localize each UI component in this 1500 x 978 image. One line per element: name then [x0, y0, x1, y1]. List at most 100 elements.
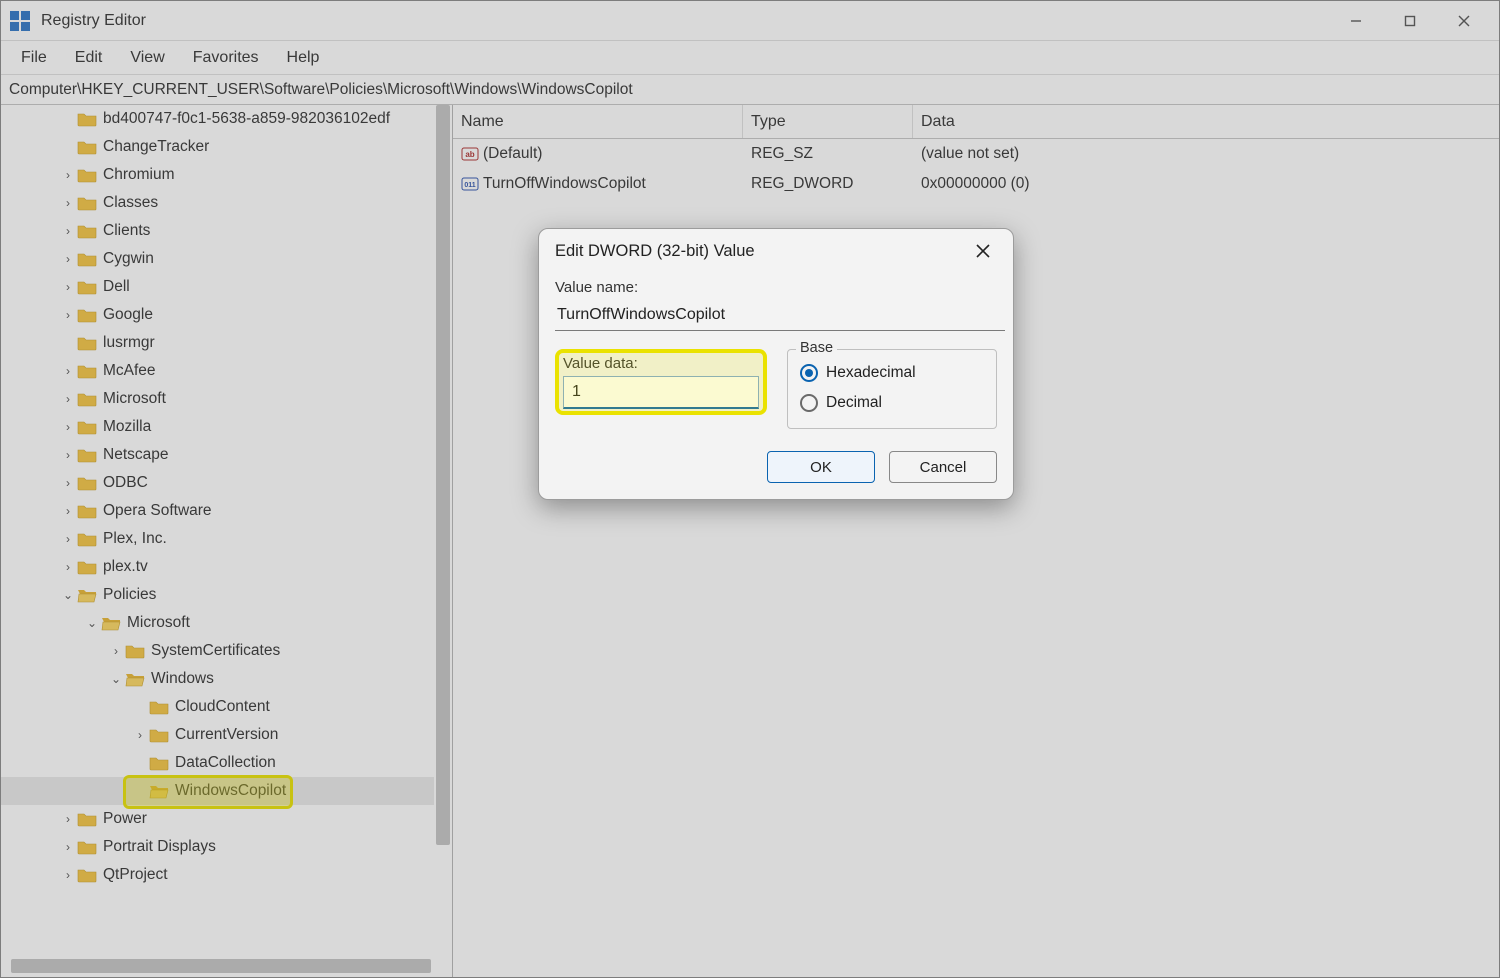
chevron-right-icon[interactable]: ›	[59, 308, 77, 322]
chevron-right-icon[interactable]: ›	[59, 448, 77, 462]
chevron-right-icon[interactable]: ›	[59, 476, 77, 490]
tree-item[interactable]: ›SystemCertificates	[1, 637, 434, 665]
tree-item-label: Opera Software	[103, 502, 212, 520]
radio-hex-label: Hexadecimal	[826, 364, 916, 382]
folder-icon	[77, 391, 97, 407]
value-data: (value not set)	[913, 145, 1499, 163]
folder-icon	[77, 503, 97, 519]
tree-item[interactable]: › Power	[1, 805, 434, 833]
minimize-button[interactable]	[1329, 1, 1383, 41]
tree-item[interactable]: DataCollection	[1, 749, 434, 777]
tree-item[interactable]: ›ODBC	[1, 469, 434, 497]
value-row[interactable]: ab(Default)REG_SZ(value not set)	[453, 139, 1499, 169]
tree-vertical-scrollbar[interactable]	[436, 105, 450, 845]
tree-item-label: plex.tv	[103, 558, 148, 576]
tree-item[interactable]: › Clients	[1, 217, 434, 245]
chevron-down-icon[interactable]: ⌄	[83, 616, 101, 630]
dialog-close-button[interactable]	[969, 237, 997, 265]
tree-item-label: Power	[103, 810, 147, 828]
chevron-right-icon[interactable]: ›	[59, 168, 77, 182]
value-name-field[interactable]	[555, 300, 1005, 331]
tree-item-label: Plex, Inc.	[103, 530, 167, 548]
tree-item[interactable]: › plex.tv	[1, 553, 434, 581]
dialog-title: Edit DWORD (32-bit) Value	[555, 242, 755, 261]
tree-item[interactable]: WindowsCopilot	[1, 777, 434, 805]
close-button[interactable]	[1437, 1, 1491, 41]
menu-file[interactable]: File	[7, 45, 61, 71]
menu-favorites[interactable]: Favorites	[179, 45, 273, 71]
folder-icon	[77, 195, 97, 211]
chevron-right-icon[interactable]: ›	[59, 196, 77, 210]
chevron-right-icon[interactable]: ›	[59, 224, 77, 238]
tree-item[interactable]: › Opera Software	[1, 497, 434, 525]
folder-icon	[77, 811, 97, 827]
tree-item[interactable]: › Microsoft	[1, 385, 434, 413]
column-header-name[interactable]: Name	[453, 105, 743, 138]
chevron-right-icon[interactable]: ›	[59, 504, 77, 518]
svg-text:ab: ab	[465, 150, 474, 159]
menu-edit[interactable]: Edit	[61, 45, 117, 71]
tree-item[interactable]: ›Netscape	[1, 441, 434, 469]
tree-item[interactable]: ChangeTracker	[1, 133, 434, 161]
chevron-down-icon[interactable]: ⌄	[107, 672, 125, 686]
tree-horizontal-scrollbar[interactable]	[11, 959, 431, 973]
tree-item-label: Policies	[103, 586, 156, 604]
radio-decimal[interactable]: Decimal	[800, 388, 984, 418]
tree-item-label: bd400747-f0c1-5638-a859-982036102edf	[103, 110, 390, 128]
chevron-right-icon[interactable]: ›	[59, 252, 77, 266]
tree-item[interactable]: ›McAfee	[1, 357, 434, 385]
menu-help[interactable]: Help	[273, 45, 334, 71]
value-data-label: Value data:	[563, 355, 759, 372]
tree-item-label: ChangeTracker	[103, 138, 209, 156]
maximize-button[interactable]	[1383, 1, 1437, 41]
radio-hexadecimal[interactable]: Hexadecimal	[800, 358, 984, 388]
tree-item-label: Microsoft	[103, 390, 166, 408]
address-bar[interactable]: Computer\HKEY_CURRENT_USER\Software\Poli…	[1, 75, 1499, 105]
folder-icon	[77, 139, 97, 155]
folder-icon	[77, 419, 97, 435]
radio-dec-indicator	[800, 394, 818, 412]
tree-item[interactable]: ›Portrait Displays	[1, 833, 434, 861]
chevron-right-icon[interactable]: ›	[59, 364, 77, 378]
chevron-right-icon[interactable]: ›	[59, 392, 77, 406]
column-header-data[interactable]: Data	[913, 105, 1499, 138]
chevron-right-icon[interactable]: ›	[59, 560, 77, 574]
tree-scroll[interactable]: bd400747-f0c1-5638-a859-982036102edf Chan…	[1, 105, 434, 977]
tree-item[interactable]: ›Dell	[1, 273, 434, 301]
tree-item[interactable]: ⌄ Policies	[1, 581, 434, 609]
tree-item[interactable]: ›Cygwin	[1, 245, 434, 273]
tree-item[interactable]: ›Classes	[1, 189, 434, 217]
tree-item[interactable]: ›Mozilla	[1, 413, 434, 441]
chevron-right-icon[interactable]: ›	[59, 868, 77, 882]
chevron-right-icon[interactable]: ›	[59, 420, 77, 434]
cancel-button[interactable]: Cancel	[889, 451, 997, 483]
tree-item-label: Clients	[103, 222, 150, 240]
chevron-right-icon[interactable]: ›	[59, 812, 77, 826]
chevron-right-icon[interactable]: ›	[59, 840, 77, 854]
column-header-type[interactable]: Type	[743, 105, 913, 138]
tree-item[interactable]: › Plex, Inc.	[1, 525, 434, 553]
ok-button[interactable]: OK	[767, 451, 875, 483]
tree-item[interactable]: ›CurrentVersion	[1, 721, 434, 749]
tree-item[interactable]: ⌄Microsoft	[1, 609, 434, 637]
folder-icon	[77, 531, 97, 547]
menu-view[interactable]: View	[116, 45, 178, 71]
tree-item[interactable]: CloudContent	[1, 693, 434, 721]
tree-item[interactable]: ⌄Windows	[1, 665, 434, 693]
chevron-right-icon[interactable]: ›	[131, 728, 149, 742]
chevron-right-icon[interactable]: ›	[107, 644, 125, 658]
tree-item[interactable]: bd400747-f0c1-5638-a859-982036102edf	[1, 105, 434, 133]
tree-pane: bd400747-f0c1-5638-a859-982036102edf Chan…	[1, 105, 453, 977]
chevron-down-icon[interactable]: ⌄	[59, 588, 77, 602]
tree-item[interactable]: ›QtProject	[1, 861, 434, 889]
value-row[interactable]: 011TurnOffWindowsCopilotREG_DWORD0x00000…	[453, 169, 1499, 199]
tree-item[interactable]: ›Chromium	[1, 161, 434, 189]
tree-item[interactable]: ›Google	[1, 301, 434, 329]
folder-icon	[77, 223, 97, 239]
tree-item[interactable]: lusrmgr	[1, 329, 434, 357]
value-data-field[interactable]	[563, 376, 759, 409]
menubar: File Edit View Favorites Help	[1, 41, 1499, 75]
folder-icon	[149, 699, 169, 715]
chevron-right-icon[interactable]: ›	[59, 532, 77, 546]
chevron-right-icon[interactable]: ›	[59, 280, 77, 294]
